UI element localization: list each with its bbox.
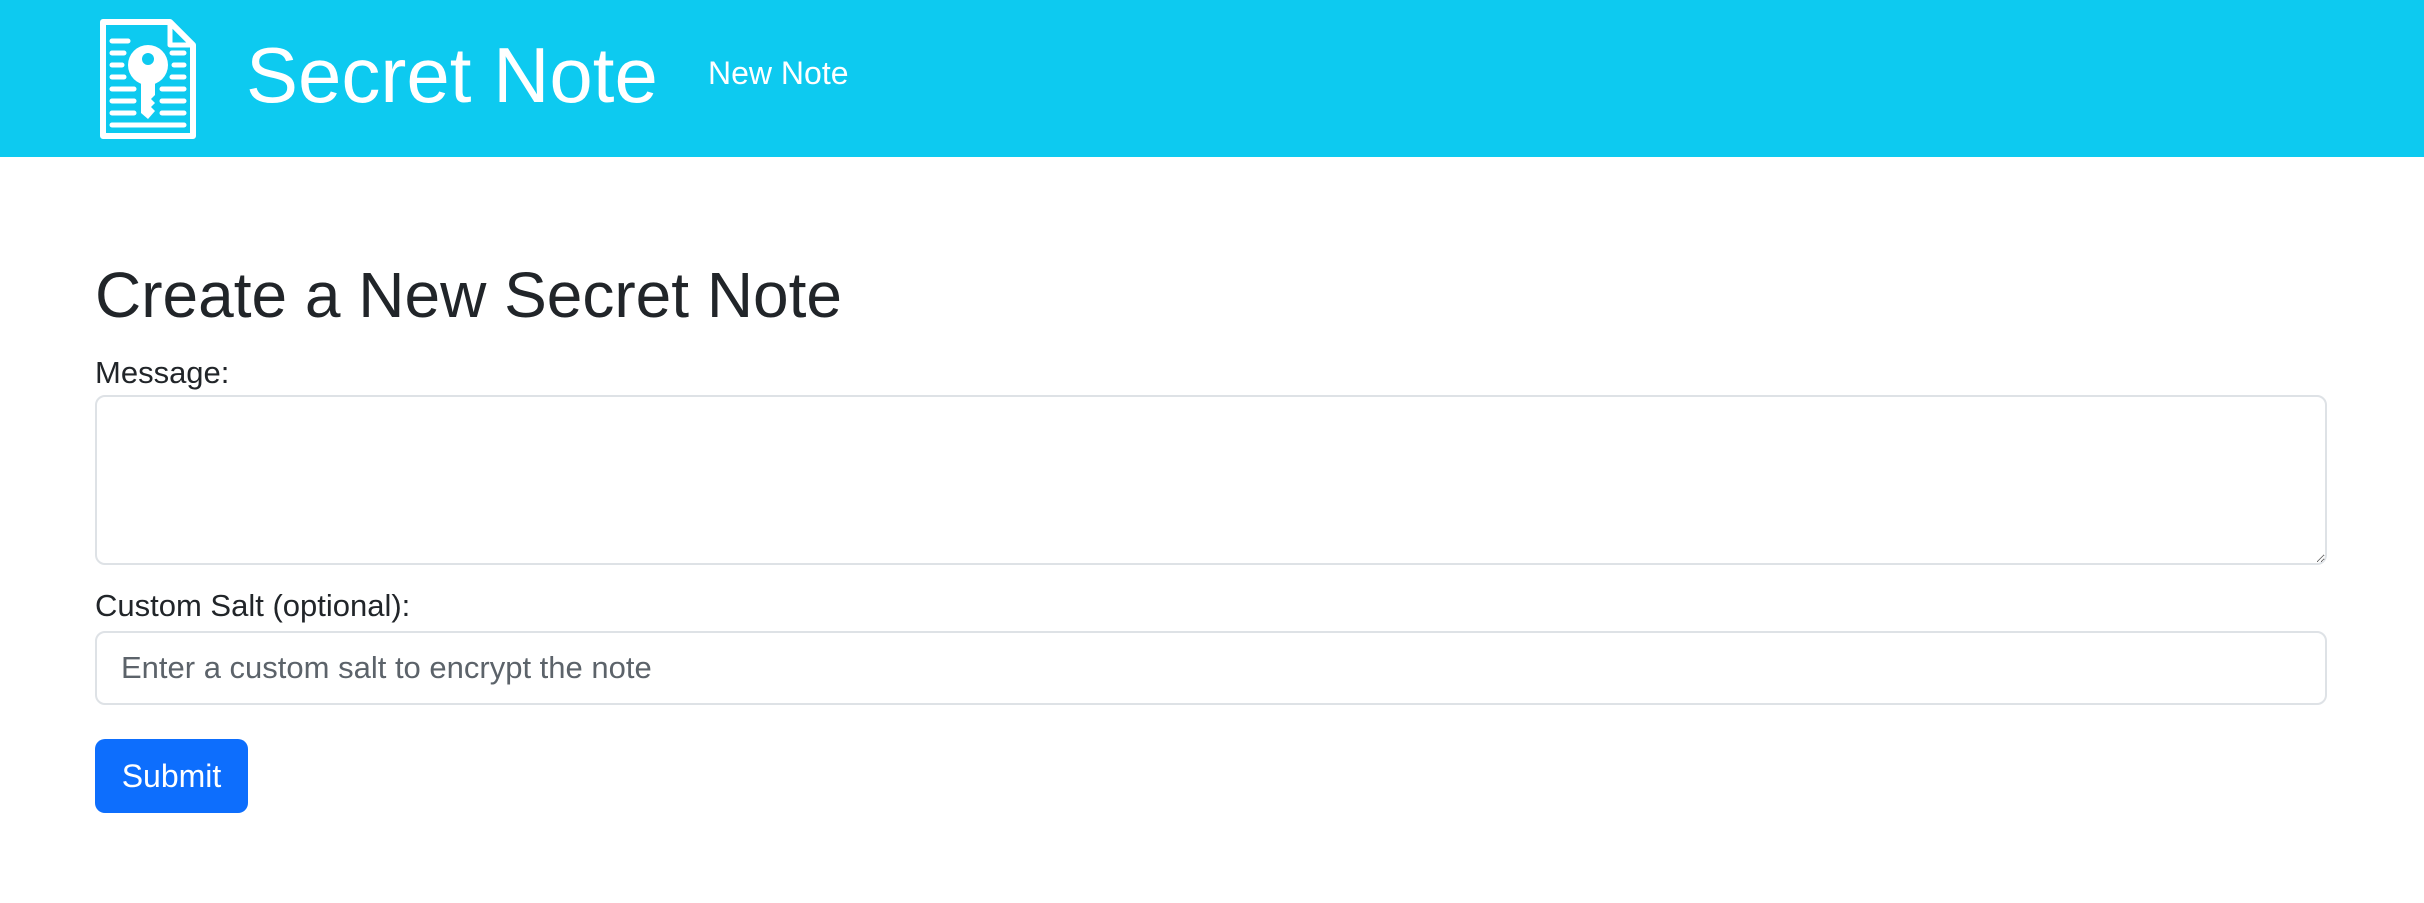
brand-title: Secret Note [246,30,658,119]
custom-salt-label: Custom Salt (optional): [95,588,411,623]
submit-button[interactable]: Submit [95,739,248,813]
message-textarea[interactable] [95,395,2327,565]
message-label: Message: [95,355,230,390]
navbar: Secret Note New Note [0,0,2424,157]
page-title: Create a New Secret Note [95,259,842,331]
document-key-icon [100,18,196,139]
custom-salt-input[interactable] [95,631,2327,705]
nav-link-new-note[interactable]: New Note [708,57,849,89]
brand-link[interactable]: Secret Note [100,0,658,157]
